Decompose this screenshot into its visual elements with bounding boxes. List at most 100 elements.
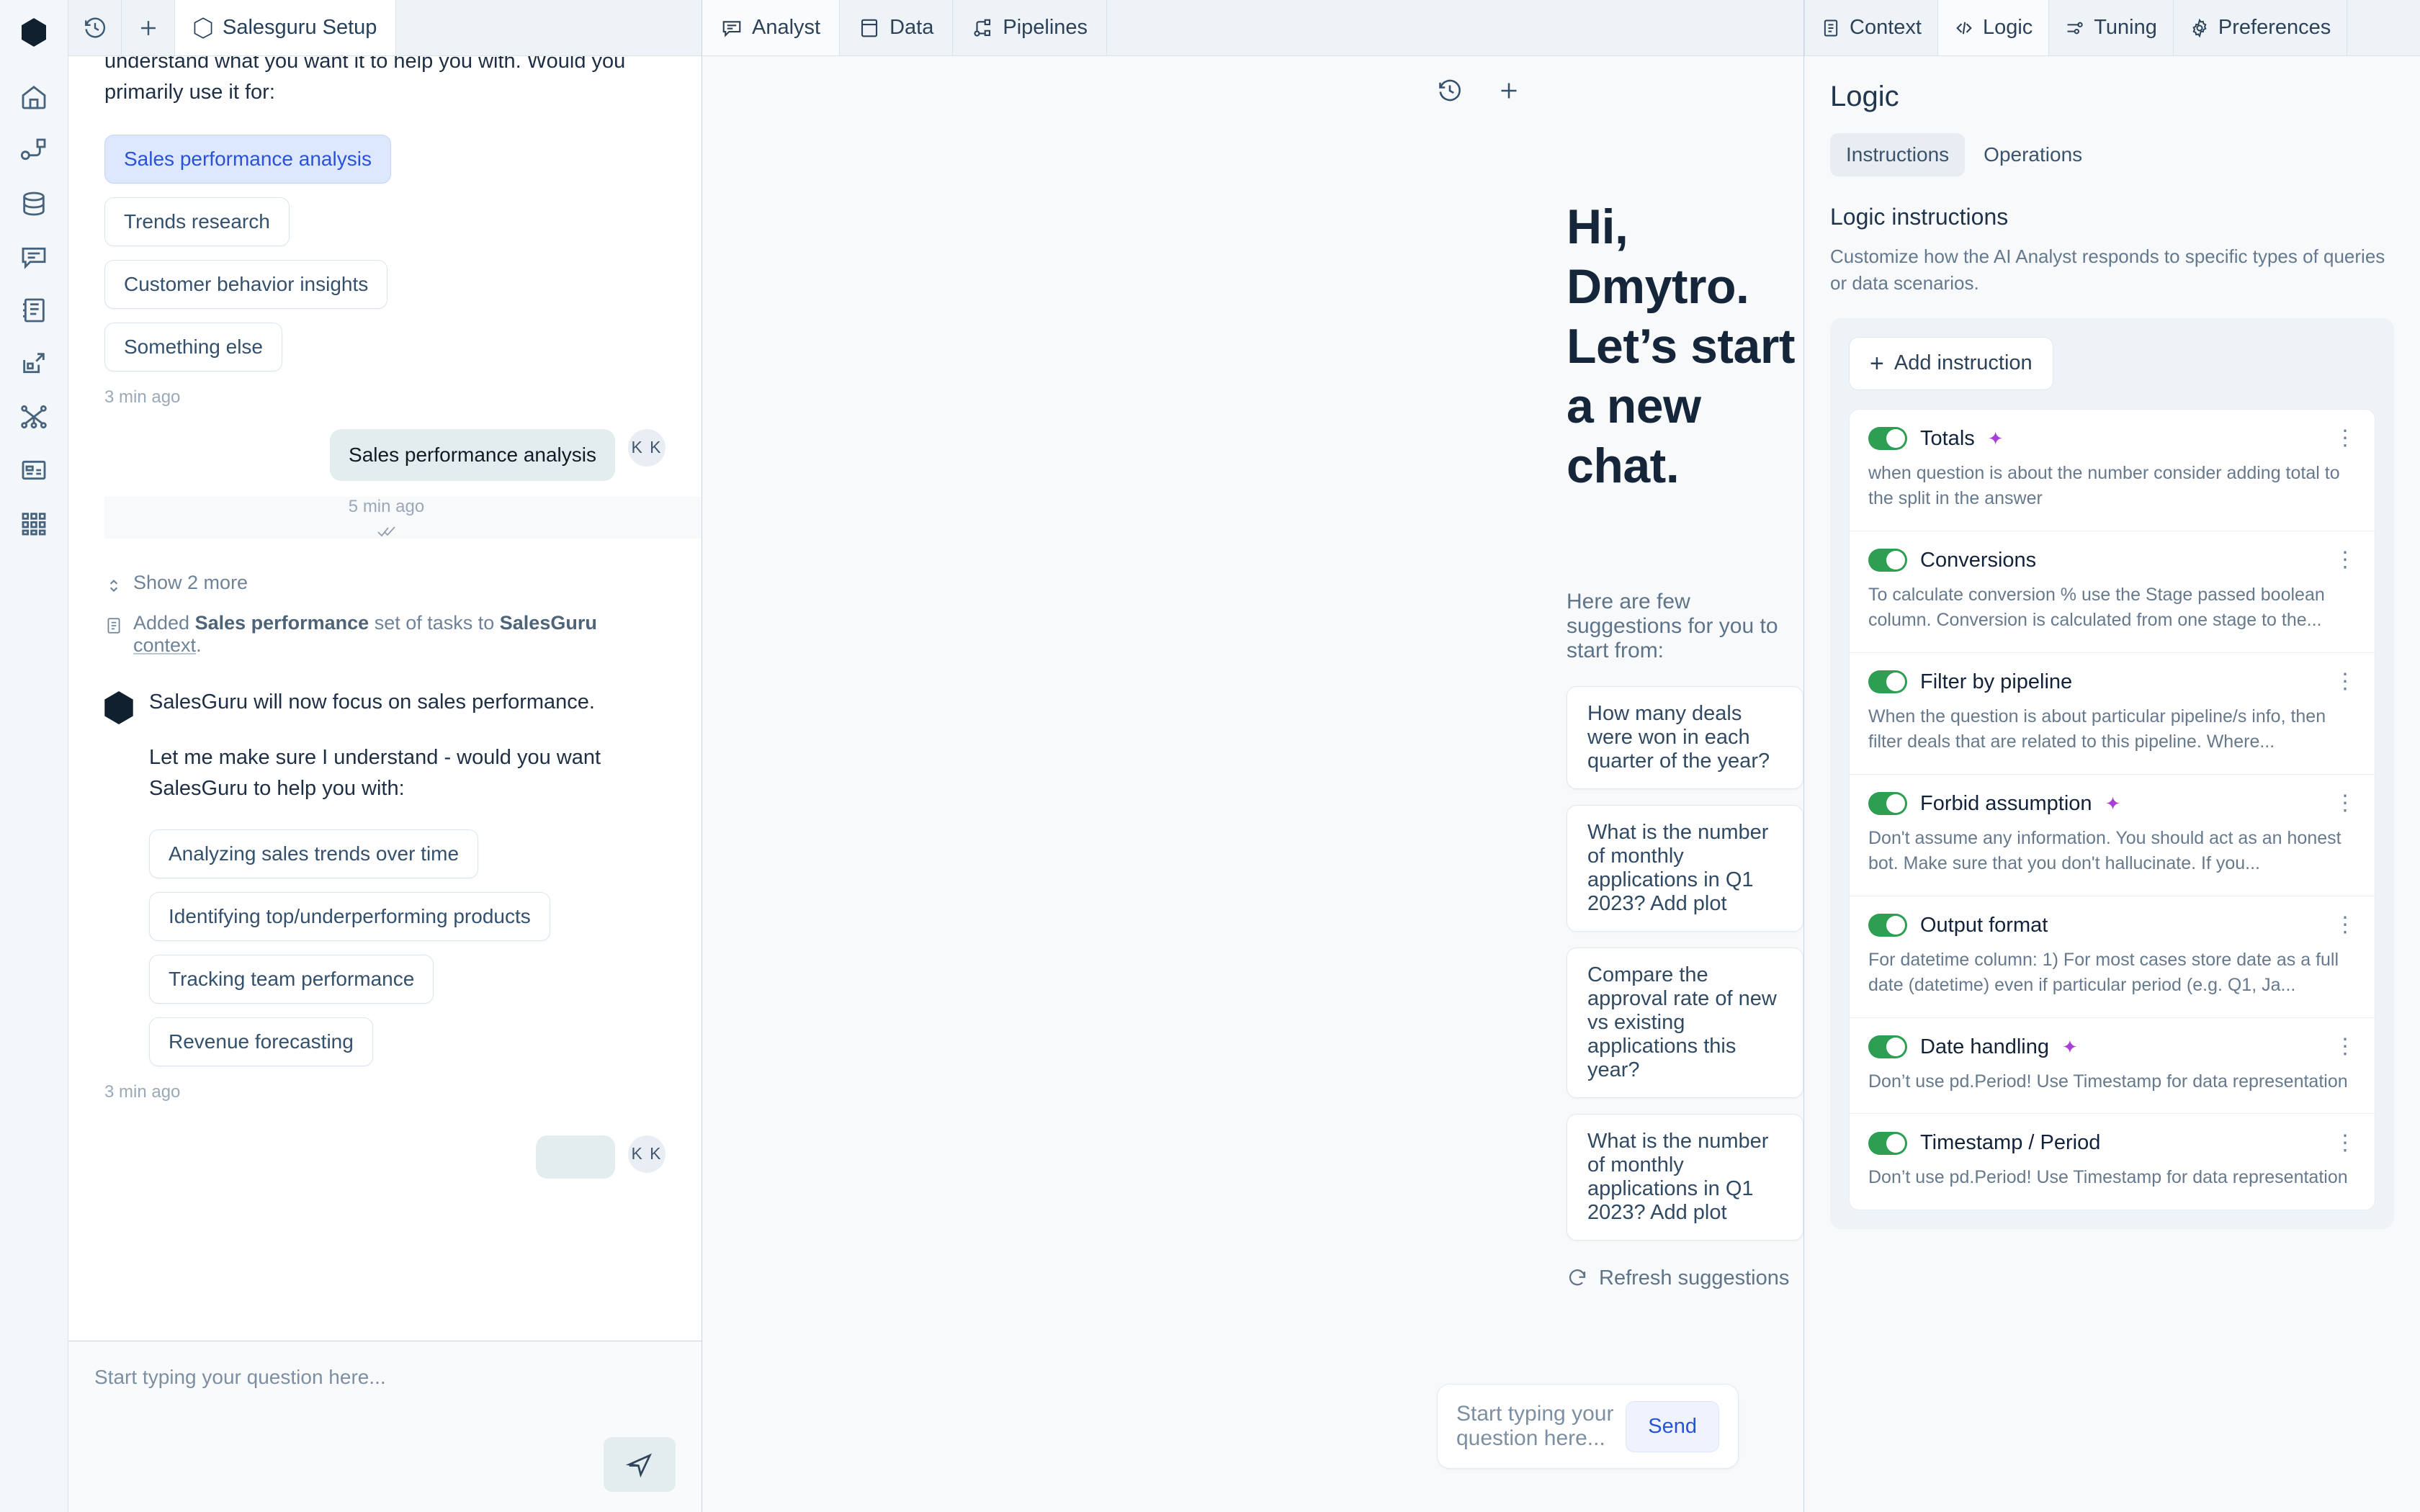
chat-new-button[interactable] — [122, 0, 175, 55]
bot-avatar-icon — [104, 690, 133, 724]
user-message-bubble — [536, 1135, 615, 1179]
option-button[interactable]: Trends research — [104, 197, 290, 246]
center-input-box[interactable]: Start typing your question here... Send — [1437, 1384, 1739, 1469]
option-button[interactable]: Analyzing sales trends over time — [149, 829, 479, 878]
sidebar-item-network[interactable] — [7, 390, 60, 444]
tab-tuning[interactable]: Tuning — [2049, 0, 2174, 55]
table-icon — [861, 19, 878, 37]
tab-label: Analyst — [752, 16, 821, 39]
tab-pipelines[interactable]: Pipelines — [953, 0, 1108, 55]
instruction-card[interactable]: Output format ⋮ For datetime column: 1) … — [1850, 896, 2375, 1018]
show-more-button[interactable]: Show 2 more — [104, 572, 666, 595]
segment-instructions[interactable]: Instructions — [1830, 133, 1966, 176]
instruction-description: Don’t use pd.Period! Use Timestamp for d… — [1868, 1071, 2348, 1092]
instruction-card[interactable]: Totals ✦ ⋮ when question is about the nu… — [1850, 410, 2375, 531]
chat-history-button[interactable] — [68, 0, 122, 55]
segment-operations[interactable]: Operations — [1968, 133, 2098, 176]
tab-label: Pipelines — [1003, 16, 1088, 39]
read-receipt-icon — [377, 526, 395, 537]
add-instruction-button[interactable]: + Add instruction — [1849, 336, 2053, 390]
sidebar-item-chat[interactable] — [7, 230, 60, 284]
tab-label: Tuning — [2094, 16, 2157, 39]
instruction-card[interactable]: Forbid assumption ✦ ⋮ Don't assume any i… — [1850, 775, 2375, 896]
sidebar-item-card[interactable] — [7, 444, 60, 497]
message-timestamp: 3 min ago — [104, 1081, 181, 1102]
suggestion-chip[interactable]: What is the number of monthly applicatio… — [1567, 1113, 1803, 1241]
instruction-toggle[interactable] — [1868, 549, 1907, 572]
sidebar-item-grid[interactable] — [7, 497, 60, 550]
instruction-toggle[interactable] — [1868, 427, 1907, 451]
suggestions-intro: Here are few suggestions for you to star… — [1567, 589, 1778, 662]
sidebar-item-notebook[interactable] — [7, 284, 60, 337]
clipboard-icon — [1824, 19, 1838, 36]
code-icon — [1956, 22, 1972, 34]
sidebar-item-workflow[interactable] — [7, 124, 60, 177]
history-button[interactable] — [1430, 71, 1470, 111]
section-title: Logic instructions — [1830, 204, 2009, 230]
note-link[interactable]: context — [133, 634, 196, 656]
instruction-menu-button[interactable]: ⋮ — [2334, 793, 2356, 814]
send-button[interactable] — [604, 1437, 676, 1492]
instruction-title: Forbid assumption — [1920, 791, 2092, 815]
tab-analyst[interactable]: Analyst — [702, 0, 841, 55]
logic-panel: Context Logic Tuning Preferences Logic I… — [1804, 0, 2420, 1512]
center-tabbar: Analyst Data Pipelines — [702, 0, 1803, 56]
segmented-control: Instructions Operations — [1830, 133, 2394, 176]
option-button[interactable]: Tracking team performance — [149, 954, 434, 1004]
app-root: Salesguru Setup understand what you want… — [0, 0, 2420, 1512]
new-chat-button[interactable] — [1489, 71, 1529, 111]
option-button[interactable]: Customer behavior insights — [104, 259, 388, 309]
setup-chat-panel: Salesguru Setup understand what you want… — [68, 0, 702, 1512]
instruction-card[interactable]: Date handling ✦ ⋮ Don’t use pd.Period! U… — [1850, 1018, 2375, 1115]
center-input[interactable]: Start typing your question here... — [1456, 1402, 1626, 1451]
instruction-menu-button[interactable]: ⋮ — [2334, 1036, 2356, 1058]
suggestion-chip[interactable]: How many deals were won in each quarter … — [1567, 685, 1803, 789]
tab-logic[interactable]: Logic — [1937, 0, 2050, 55]
instruction-title: Output format — [1920, 913, 2048, 937]
refresh-suggestions-button[interactable]: Refresh suggestions — [1567, 1266, 1803, 1290]
option-button[interactable]: Identifying top/underperforming products — [149, 891, 550, 941]
tab-data[interactable]: Data — [840, 0, 954, 55]
instruction-card[interactable]: Conversions ⋮ To calculate conversion % … — [1850, 531, 2375, 653]
chat-tabbar: Salesguru Setup — [68, 0, 702, 56]
instruction-toggle[interactable] — [1868, 670, 1907, 694]
instruction-toggle[interactable] — [1868, 1035, 1907, 1059]
option-button[interactable]: Revenue forecasting — [149, 1017, 373, 1066]
instruction-toggle[interactable] — [1868, 914, 1907, 937]
instruction-description: when question is about the number consid… — [1868, 462, 2340, 509]
hexagon-logo-icon — [12, 10, 56, 55]
instruction-title: Filter by pipeline — [1920, 670, 2073, 693]
instruction-menu-button[interactable]: ⋮ — [2334, 1132, 2356, 1153]
send-icon — [626, 1453, 653, 1478]
section-description: Customize how the AI Analyst responds to… — [1830, 246, 2385, 294]
note-bold2: SalesGuru — [499, 611, 597, 634]
instruction-toggle[interactable] — [1868, 792, 1907, 816]
instruction-menu-button[interactable]: ⋮ — [2334, 914, 2356, 936]
instruction-toggle[interactable] — [1868, 1131, 1907, 1155]
instruction-card[interactable]: Filter by pipeline ⋮ When the question i… — [1850, 653, 2375, 775]
option-button[interactable]: Something else — [104, 322, 283, 372]
tab-label: Data — [889, 16, 934, 39]
send-button[interactable]: Send — [1626, 1400, 1719, 1452]
tab-label: Context — [1850, 16, 1922, 39]
option-button[interactable]: Sales performance analysis — [104, 134, 391, 184]
note-end: . — [196, 634, 202, 656]
tab-salesguru-setup[interactable]: Salesguru Setup — [175, 0, 397, 55]
sidebar-item-database[interactable] — [7, 177, 60, 230]
logic-body: Logic Instructions Operations Logic inst… — [1804, 56, 2420, 1512]
instruction-card[interactable]: Timestamp / Period ⋮ Don’t use pd.Period… — [1850, 1114, 2375, 1210]
sliders-icon — [2067, 22, 2083, 34]
sidebar-item-home[interactable] — [7, 71, 60, 124]
refresh-icon — [1569, 1269, 1586, 1286]
chat-scroll-area[interactable]: understand what you want it to help you … — [68, 56, 702, 1341]
suggestion-chip[interactable]: Compare the approval rate of new vs exis… — [1567, 947, 1803, 1098]
chat-input[interactable]: Start typing your question here... — [94, 1366, 676, 1389]
note-mid: set of tasks to — [369, 611, 500, 634]
tab-context[interactable]: Context — [1804, 0, 1938, 55]
instruction-menu-button[interactable]: ⋮ — [2334, 428, 2356, 449]
instruction-menu-button[interactable]: ⋮ — [2334, 671, 2356, 693]
instruction-menu-button[interactable]: ⋮ — [2334, 549, 2356, 571]
suggestion-chip[interactable]: What is the number of monthly applicatio… — [1567, 804, 1803, 932]
sidebar-item-export[interactable] — [7, 337, 60, 390]
tab-preferences[interactable]: Preferences — [2174, 0, 2348, 55]
